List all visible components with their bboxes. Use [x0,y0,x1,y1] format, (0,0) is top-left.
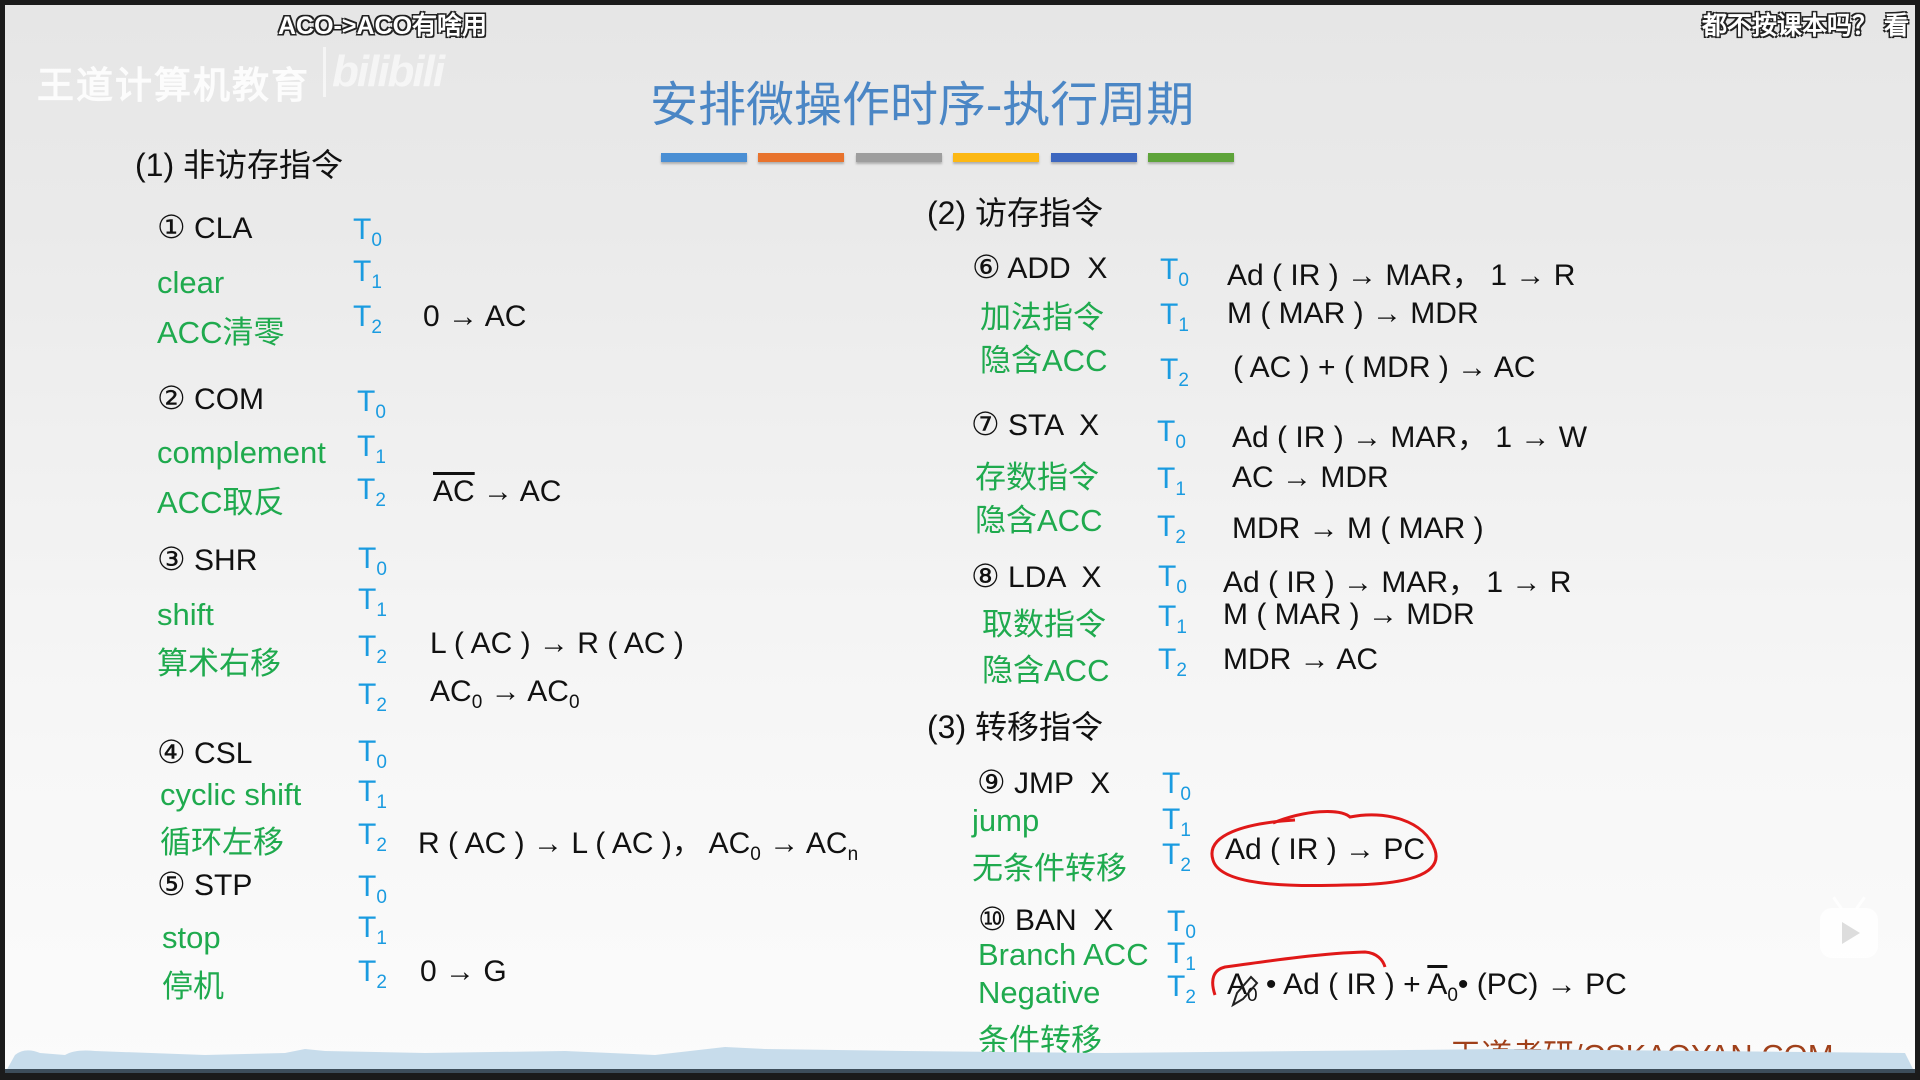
pen-annotations [1210,809,1438,1008]
video-frame: 王道计算机教育 bilibili ACO->ACO有啥用 都不按课本吗？ 看 安… [5,5,1915,1073]
footer-landscape [5,1047,1915,1073]
bilibili-play-button[interactable] [1820,908,1878,958]
red-circle-annotation [1210,809,1438,888]
pen-cursor-icon [1231,975,1259,1008]
red-bracket-annotation [1211,950,1387,996]
